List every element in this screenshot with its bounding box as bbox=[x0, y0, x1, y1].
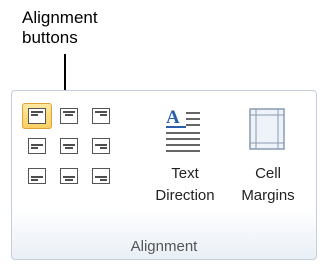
callout-stem bbox=[64, 54, 66, 92]
align-bottom-right-button[interactable] bbox=[86, 163, 116, 189]
align-center-right-button[interactable] bbox=[86, 133, 116, 159]
align-center-left-icon bbox=[28, 138, 46, 154]
align-bottom-left-icon bbox=[28, 168, 46, 184]
group-label: Alignment bbox=[130, 238, 198, 255]
text-direction-label: Text Direction bbox=[146, 163, 224, 207]
align-top-center-button[interactable] bbox=[54, 103, 84, 129]
align-bottom-center-button[interactable] bbox=[54, 163, 84, 189]
cell-margins-button[interactable]: Cell Margins bbox=[229, 101, 307, 229]
callout-label: Alignment buttons bbox=[22, 8, 142, 48]
text-direction-label-line-2: Direction bbox=[155, 187, 215, 204]
align-bottom-right-icon bbox=[92, 168, 110, 184]
align-center-left-button[interactable] bbox=[22, 133, 52, 159]
align-center-button[interactable] bbox=[54, 133, 84, 159]
svg-text:A: A bbox=[166, 107, 180, 128]
callout-line-1: Alignment bbox=[22, 8, 98, 27]
align-top-left-button[interactable] bbox=[22, 103, 52, 129]
align-bottom-left-button[interactable] bbox=[22, 163, 52, 189]
cell-margins-label-line-1: Cell bbox=[255, 165, 281, 182]
callout-line-2: buttons bbox=[22, 28, 78, 47]
align-top-left-icon bbox=[28, 108, 46, 124]
cell-margins-label: Cell Margins bbox=[229, 163, 307, 207]
text-direction-label-line-1: Text bbox=[171, 165, 199, 182]
align-bottom-center-icon bbox=[60, 168, 78, 184]
align-top-right-button[interactable] bbox=[86, 103, 116, 129]
align-top-center-icon bbox=[60, 108, 78, 124]
align-center-right-icon bbox=[92, 138, 110, 154]
cell-margins-label-line-2: Margins bbox=[241, 187, 295, 204]
alignment-group: A Text Direction Cell Margins Alignment bbox=[11, 90, 317, 260]
align-center-icon bbox=[60, 138, 78, 154]
text-direction-button[interactable]: A Text Direction bbox=[146, 101, 224, 229]
cell-margins-icon bbox=[249, 108, 285, 150]
text-direction-icon: A bbox=[166, 107, 200, 152]
align-top-right-icon bbox=[92, 108, 110, 124]
